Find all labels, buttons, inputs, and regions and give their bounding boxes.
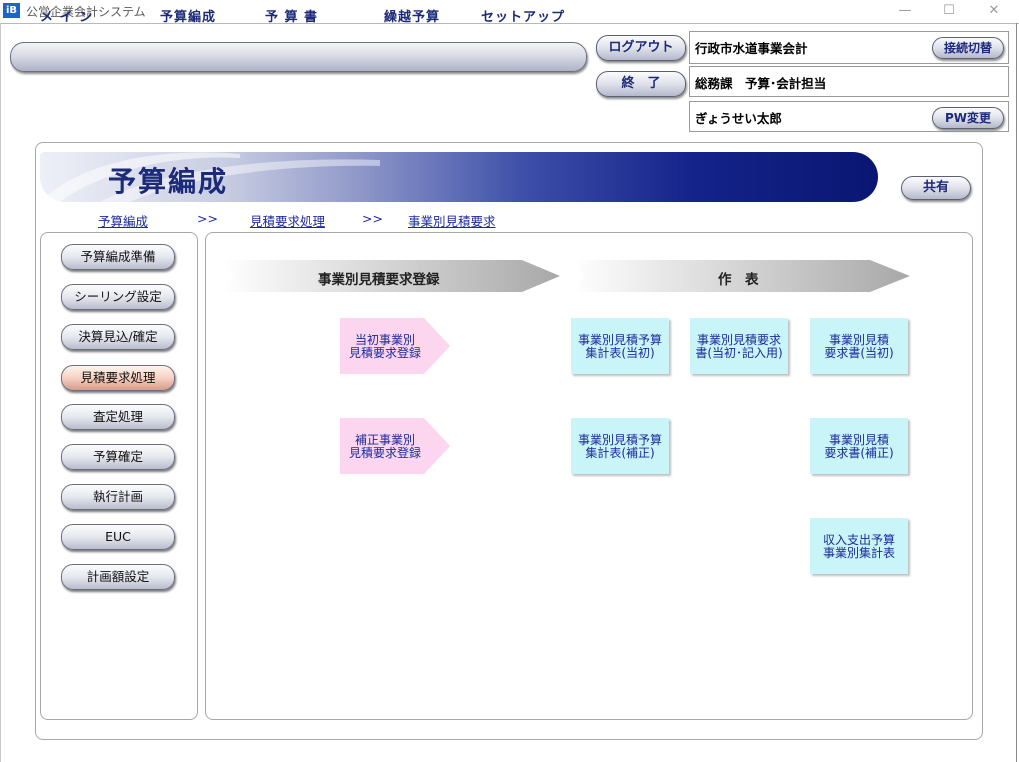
- supplementary-estimate-registration-label: 補正事業別 見積要求登録: [348, 433, 421, 460]
- sidebar-item-budget-confirm[interactable]: 予算確定: [61, 444, 175, 470]
- menu-item-budget-document[interactable]: 予 算 書: [265, 6, 318, 25]
- logout-button[interactable]: ログアウト: [596, 35, 686, 61]
- banner-swoosh-decoration: [40, 152, 380, 202]
- registration-section-label: 事業別見積要求登録: [318, 272, 440, 288]
- department-name: 総務課 予算･会計担当: [695, 76, 827, 91]
- sidebar-item-budget-prep[interactable]: 予算編成準備: [61, 244, 175, 270]
- breadcrumb-separator: >>: [362, 211, 383, 226]
- menu-item-carryover-budget[interactable]: 繰越予算: [384, 6, 440, 25]
- breadcrumb-separator: >>: [197, 211, 218, 226]
- initial-estimate-registration-label: 当初事業別 見積要求登録: [348, 333, 421, 360]
- breadcrumb-project-estimate[interactable]: 事業別見積要求: [408, 211, 496, 230]
- report-supplementary-summary-label: 事業別見積予算 集計表(補正): [577, 433, 662, 460]
- share-button[interactable]: 共有: [901, 176, 971, 200]
- report-initial-summary-label: 事業別見積予算 集計表(当初): [577, 333, 662, 360]
- report-initial-entry-label: 事業別見積要求 書(当初･記入用): [695, 333, 783, 360]
- reports-section-label: 作 表: [718, 272, 759, 288]
- sidebar-item-plan-amount[interactable]: 計画額設定: [61, 564, 175, 590]
- sidebar-item-ceiling[interactable]: シーリング設定: [61, 284, 175, 310]
- report-supplementary-request-label: 事業別見積 要求書(補正): [824, 433, 894, 460]
- minimize-button[interactable]: —: [888, 2, 922, 20]
- menu-item-main[interactable]: メ イ ン: [40, 6, 93, 25]
- page-title: 予算編成: [108, 165, 229, 198]
- main-menu-bar: [10, 42, 587, 72]
- app-logo-icon: iB: [3, 3, 20, 18]
- sidebar-item-execution-plan[interactable]: 執行計画: [61, 484, 175, 510]
- sidebar-item-settlement[interactable]: 決算見込/確定: [61, 324, 175, 350]
- exit-button[interactable]: 終 了: [596, 71, 686, 97]
- maximize-button[interactable]: ☐: [932, 2, 966, 20]
- breadcrumb-budget-formation[interactable]: 予算編成: [98, 211, 148, 230]
- content-panel: [205, 232, 973, 720]
- organization-name: 行政市水道事業会計: [695, 41, 808, 56]
- password-change-button[interactable]: PW変更: [932, 107, 1004, 129]
- sidebar-item-assessment[interactable]: 査定処理: [61, 404, 175, 430]
- connection-switch-button[interactable]: 接続切替: [932, 37, 1004, 59]
- frame-border-left: [0, 23, 1, 762]
- user-name: ぎょうせい太郎: [695, 111, 782, 126]
- close-button[interactable]: ✕: [977, 2, 1011, 20]
- breadcrumb-estimate-request[interactable]: 見積要求処理: [250, 211, 325, 230]
- report-initial-request-label: 事業別見積 要求書(当初): [824, 333, 894, 360]
- sidebar-item-estimate-request[interactable]: 見積要求処理: [61, 365, 175, 391]
- sidebar-item-euc[interactable]: EUC: [61, 524, 175, 550]
- menu-item-setup[interactable]: セットアップ: [481, 6, 565, 25]
- frame-border-right: [1016, 23, 1017, 762]
- menu-item-budget-formation[interactable]: 予算編成: [160, 6, 216, 25]
- report-revenue-expenditure-label: 収入支出予算 事業別集計表: [822, 533, 895, 560]
